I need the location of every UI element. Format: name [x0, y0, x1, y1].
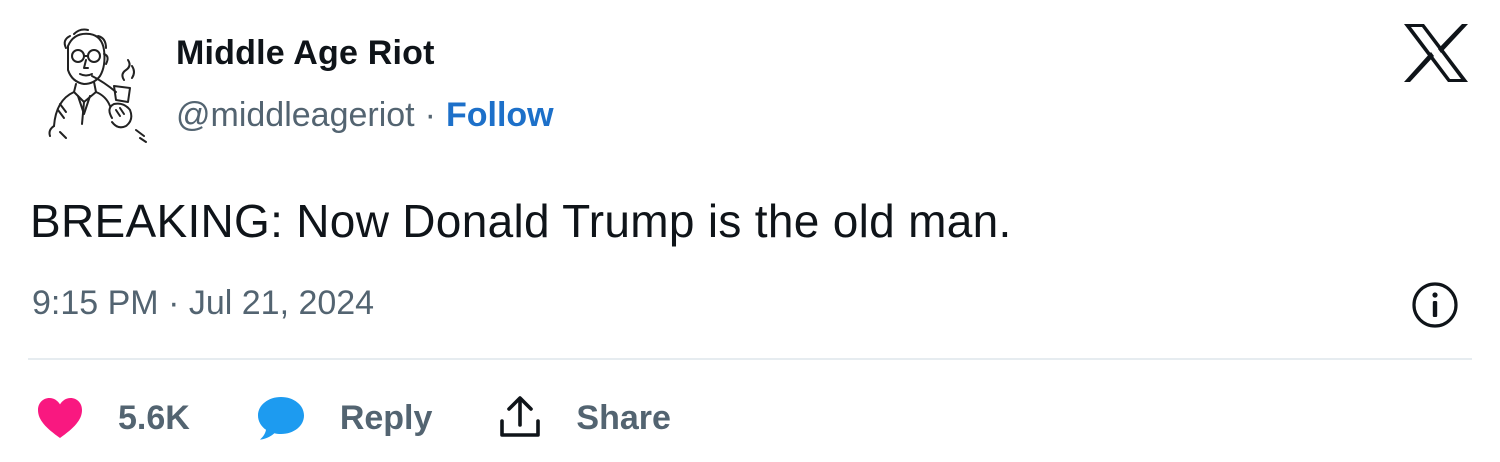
share-button[interactable]: Share	[498, 395, 671, 441]
tweet-text: BREAKING: Now Donald Trump is the old ma…	[30, 195, 1012, 247]
like-button[interactable]: 5.6K	[36, 396, 190, 440]
tweet-timestamp[interactable]: 9:15 PM · Jul 21, 2024	[32, 284, 374, 323]
heart-icon	[38, 398, 82, 438]
follow-button[interactable]: Follow	[446, 96, 554, 134]
share-upload-icon	[500, 396, 541, 437]
like-count: 5.6K	[118, 398, 190, 437]
share-label: Share	[576, 398, 671, 437]
speech-bubble-icon	[257, 397, 304, 440]
author-display-name[interactable]: Middle Age Riot	[176, 34, 435, 73]
author-handle-row: @middleageriot · Follow	[176, 96, 554, 135]
author-avatar[interactable]	[40, 26, 152, 144]
reply-label: Reply	[339, 398, 433, 437]
handle-separator: ·	[424, 96, 436, 134]
info-icon[interactable]	[1410, 280, 1460, 330]
divider	[28, 358, 1472, 360]
x-logo-icon[interactable]	[1402, 22, 1470, 84]
author-handle[interactable]: @middleageriot	[176, 96, 415, 134]
reply-button[interactable]: Reply	[256, 394, 433, 442]
tweet-actions: 5.6K Reply Share	[36, 388, 737, 448]
